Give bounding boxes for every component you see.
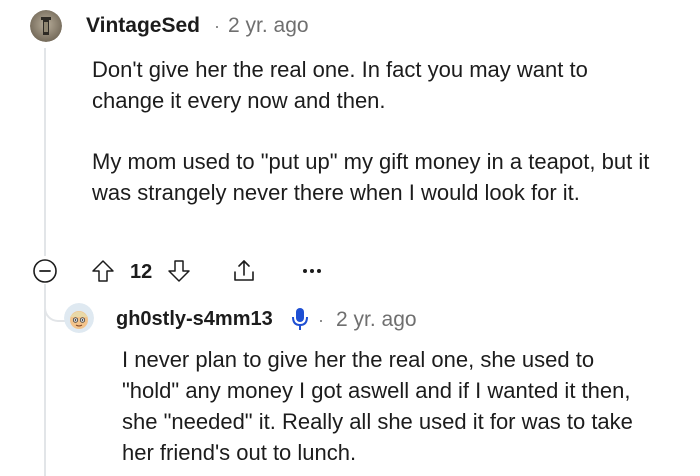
comment-paragraph: My mom used to "put up" my gift money in… [92,149,650,205]
microphone-icon [290,306,310,332]
user-avatar[interactable] [30,10,62,42]
vote-count: 12 [130,261,153,283]
thread-line-main [44,48,46,256]
upvote-button[interactable] [88,256,118,286]
share-button[interactable] [228,255,260,287]
comment-timestamp[interactable]: 2 yr. ago [228,14,309,38]
reply-username[interactable]: gh0stly-s4mm13 [116,308,273,331]
share-icon [234,260,254,281]
more-options-button[interactable] [296,258,328,284]
reply-timestamp[interactable]: 2 yr. ago [336,308,417,332]
comment-paragraph: Don't give her the real one. In fact you… [92,57,588,113]
comment-username[interactable]: VintageSed [86,14,200,38]
reply-paragraph: I never plan to give her the real one, s… [122,347,633,465]
downvote-icon [168,260,190,282]
meta-separator: · [214,16,220,36]
downvote-button[interactable] [164,256,194,286]
meta-separator: · [318,310,324,330]
collapse-icon [33,259,57,283]
reply-user-avatar[interactable] [64,303,94,333]
more-options-icon [303,269,321,273]
upvote-icon [92,260,114,282]
collapse-button[interactable] [30,256,60,286]
